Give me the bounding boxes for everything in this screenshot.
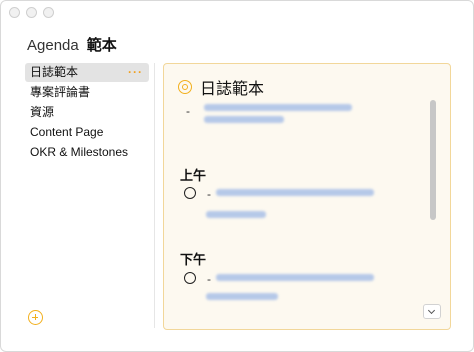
sidebar-item-label: Content Page [30,125,104,139]
sidebar-item-label: 資源 [30,105,55,119]
minimize-window-button[interactable] [26,7,37,18]
sidebar-item-label: 專案評論書 [30,85,91,99]
sidebar-item-content-page[interactable]: Content Page [25,123,149,142]
panel-heading: 日誌範本 [178,75,264,99]
dash-marker: - [207,187,211,201]
dash-marker: - [186,104,190,118]
close-window-button[interactable] [9,7,20,18]
target-icon [178,80,192,94]
section-label-afternoon: 下午 [180,252,207,267]
app-window: Agenda 範本 日誌範本 ··· 專案評論書 資源 Content Page… [0,0,474,352]
circle-icon[interactable] [184,187,196,199]
plus-circle-icon[interactable] [28,310,43,325]
blurred-link-text[interactable] [216,189,374,196]
title-main: 範本 [86,37,117,54]
sidebar-item-label: 日誌範本 [30,65,79,79]
template-preview-panel: 日誌範本 - 上午 - 下午 - [163,63,451,330]
ellipsis-icon[interactable]: ··· [128,63,143,82]
sidebar-divider [154,63,155,328]
sidebar-item-project-review[interactable]: 專案評論書 [25,83,149,102]
window-title: Agenda 範本 [27,34,117,55]
blurred-link-text[interactable] [206,293,278,300]
blurred-link-text[interactable] [206,211,266,218]
sidebar-item-journal-template[interactable]: 日誌範本 ··· [25,63,149,82]
zoom-window-button[interactable] [43,7,54,18]
sidebar-item-resources[interactable]: 資源 [25,103,149,122]
template-sidebar: 日誌範本 ··· 專案評論書 資源 Content Page OKR & Mil… [25,63,149,163]
blurred-link-text[interactable] [216,274,374,281]
blurred-link-text[interactable] [204,116,284,123]
panel-title: 日誌範本 [200,81,265,98]
scrollbar-thumb[interactable] [430,100,436,220]
blurred-link-text[interactable] [204,104,352,111]
section-label-morning: 上午 [180,168,207,183]
window-controls [9,7,54,18]
dash-marker: - [207,272,211,286]
title-prefix: Agenda [27,37,79,54]
circle-icon[interactable] [184,272,196,284]
chevron-down-icon[interactable] [423,304,441,319]
vertical-scrollbar[interactable] [430,100,437,300]
sidebar-item-label: OKR & Milestones [30,145,129,159]
sidebar-item-okr-milestones[interactable]: OKR & Milestones [25,143,149,162]
